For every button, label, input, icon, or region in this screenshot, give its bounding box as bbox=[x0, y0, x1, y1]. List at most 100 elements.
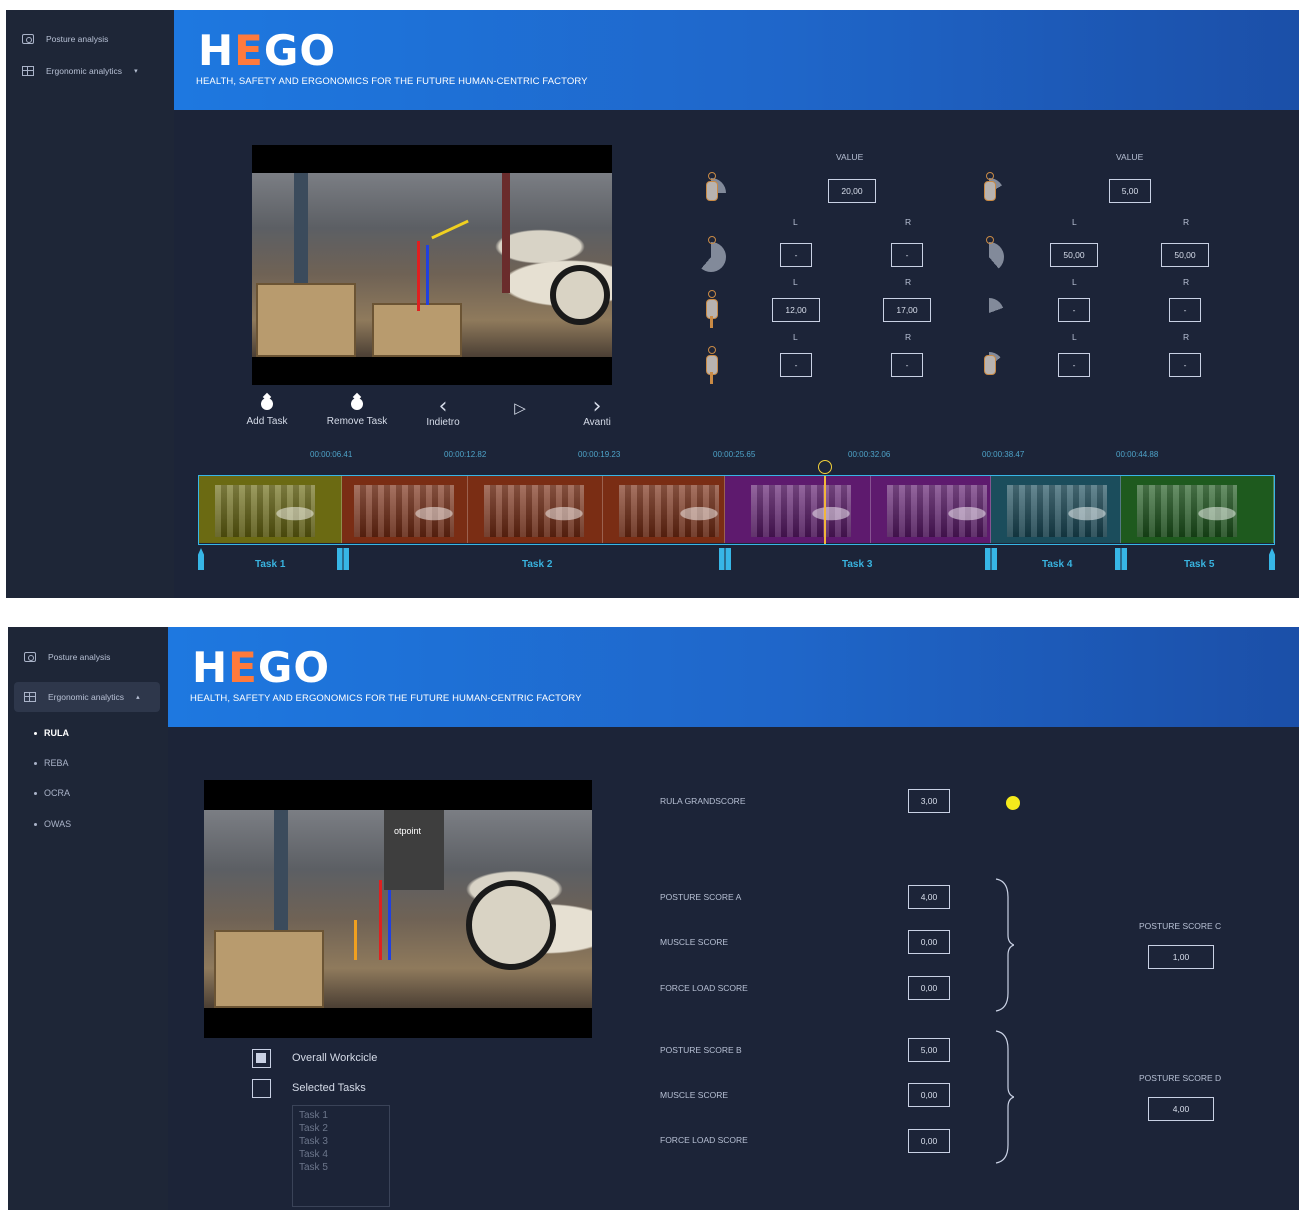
task-segment-2[interactable] bbox=[342, 476, 468, 543]
right-value-field[interactable]: - bbox=[891, 353, 923, 377]
task-segment-2[interactable] bbox=[468, 476, 603, 543]
task-segment-1[interactable] bbox=[199, 476, 342, 543]
task-label: Task 3 bbox=[842, 559, 873, 570]
playhead[interactable] bbox=[824, 476, 826, 544]
neck-flexion-icon bbox=[696, 172, 730, 210]
right-value-field[interactable]: - bbox=[1169, 353, 1201, 377]
task-marker[interactable] bbox=[1269, 548, 1275, 570]
task-marker[interactable] bbox=[198, 548, 204, 570]
hego-logo: HEGO bbox=[192, 643, 331, 692]
timeline-time: 00:00:44.88 bbox=[1116, 450, 1159, 459]
sidebar-item-posture-analysis[interactable]: Posture analysis bbox=[14, 642, 160, 672]
play-button[interactable]: ▷ bbox=[508, 398, 532, 418]
sidebar-item-posture-analysis[interactable]: Posture analysis bbox=[12, 24, 166, 54]
right-label: R bbox=[905, 217, 912, 227]
chevron-up-icon: ▴ bbox=[136, 694, 140, 701]
overall-workcicle-label: Overall Workcicle bbox=[292, 1052, 378, 1064]
timeline-time: 00:00:25.65 bbox=[713, 450, 756, 459]
timeline-time: 00:00:19.23 bbox=[578, 450, 621, 459]
right-value-field[interactable]: - bbox=[1169, 298, 1201, 322]
selected-tasks-label: Selected Tasks bbox=[292, 1082, 366, 1094]
overall-workcicle-checkbox[interactable] bbox=[252, 1049, 271, 1068]
list-item[interactable]: Task 2 bbox=[299, 1122, 383, 1135]
task-label: Task 2 bbox=[522, 559, 553, 570]
sidebar: Posture analysis Ergonomic analytics ▾ bbox=[6, 10, 174, 598]
sidebar-subitem-reba[interactable]: REBA bbox=[34, 758, 69, 768]
chevron-left-icon: ‹ bbox=[438, 394, 448, 419]
muscle-score-field: 0,00 bbox=[908, 930, 950, 954]
sidebar-item-label: Posture analysis bbox=[46, 34, 109, 44]
posture-score-b-field: 5,00 bbox=[908, 1038, 950, 1062]
sidebar-subitem-rula[interactable]: RULA bbox=[34, 728, 69, 738]
grid-icon bbox=[24, 692, 36, 702]
left-value-field[interactable]: - bbox=[1058, 298, 1090, 322]
value-field[interactable]: 20,00 bbox=[828, 179, 876, 203]
right-value-field[interactable]: 50,00 bbox=[1161, 243, 1209, 267]
selected-tasks-checkbox[interactable] bbox=[252, 1079, 271, 1098]
sidebar: Posture analysis Ergonomic analytics ▴ R… bbox=[8, 627, 168, 1210]
right-value-field[interactable]: - bbox=[891, 243, 923, 267]
remove-task-button[interactable]: Remove Task bbox=[324, 394, 390, 427]
right-value-field[interactable]: 17,00 bbox=[883, 298, 931, 322]
task-list[interactable]: Task 1 Task 2 Task 3 Task 4 Task 5 bbox=[292, 1105, 390, 1207]
chevron-down-icon: ▾ bbox=[134, 68, 138, 75]
indietro-button[interactable]: ‹ Indietro bbox=[420, 394, 466, 429]
timeline-time: 00:00:32.06 bbox=[848, 450, 891, 459]
task-marker[interactable] bbox=[1115, 548, 1127, 570]
video-player[interactable]: otpoint bbox=[204, 780, 592, 1038]
left-label: L bbox=[793, 277, 798, 287]
rula-analytics-panel: Posture analysis Ergonomic analytics ▴ R… bbox=[8, 627, 1299, 1210]
timeline-track[interactable] bbox=[198, 475, 1275, 545]
task-segment-3[interactable] bbox=[871, 476, 991, 543]
task-marker[interactable] bbox=[337, 548, 349, 570]
list-item[interactable]: Task 1 bbox=[299, 1109, 383, 1122]
upper-arm-icon bbox=[974, 236, 1008, 274]
camera-icon bbox=[22, 34, 34, 44]
drop-icon bbox=[350, 394, 364, 412]
list-item[interactable]: Task 3 bbox=[299, 1135, 383, 1148]
left-label: L bbox=[1072, 217, 1077, 227]
posture-score-a-field: 4,00 bbox=[908, 885, 950, 909]
brace-icon bbox=[994, 1029, 1016, 1165]
sidebar-item-ergonomic-analytics[interactable]: Ergonomic analytics ▾ bbox=[12, 56, 166, 86]
task-segment-4[interactable] bbox=[991, 476, 1121, 543]
sidebar-subitem-owas[interactable]: OWAS bbox=[34, 819, 71, 829]
task-segment-3[interactable] bbox=[725, 476, 871, 543]
tagline: HEALTH, SAFETY AND ERGONOMICS FOR THE FU… bbox=[196, 76, 588, 87]
lower-arm-icon bbox=[974, 292, 1008, 330]
left-value-field[interactable]: 50,00 bbox=[1050, 243, 1098, 267]
playhead-handle[interactable] bbox=[818, 460, 832, 474]
task-segment-2[interactable] bbox=[603, 476, 725, 543]
list-item[interactable]: Task 4 bbox=[299, 1148, 383, 1161]
add-task-button[interactable]: Add Task bbox=[242, 394, 292, 427]
force-load-score-field: 0,00 bbox=[908, 976, 950, 1000]
posture-score-d-label: POSTURE SCORE D bbox=[1139, 1073, 1222, 1083]
drop-icon bbox=[260, 394, 274, 412]
play-icon: ▷ bbox=[514, 399, 526, 417]
left-value-field[interactable]: - bbox=[780, 353, 812, 377]
shoulder-angle-icon bbox=[696, 236, 730, 274]
left-value-field[interactable]: - bbox=[1058, 353, 1090, 377]
app-header: HEGO HEALTH, SAFETY AND ERGONOMICS FOR T… bbox=[168, 627, 1299, 727]
left-value-field[interactable]: 12,00 bbox=[772, 298, 820, 322]
posture-score-b-label: POSTURE SCORE B bbox=[660, 1045, 742, 1055]
leg-angle-icon bbox=[696, 346, 730, 384]
sidebar-subitem-ocra[interactable]: OCRA bbox=[34, 788, 70, 798]
list-item[interactable]: Task 5 bbox=[299, 1161, 383, 1174]
task-label: Task 1 bbox=[255, 559, 286, 570]
video-player[interactable] bbox=[252, 145, 612, 385]
avanti-button[interactable]: › Avanti bbox=[576, 396, 618, 429]
video-frame bbox=[252, 173, 612, 357]
hego-logo: HEGO bbox=[198, 26, 337, 75]
value-field[interactable]: 5,00 bbox=[1109, 179, 1151, 203]
left-value-field[interactable]: - bbox=[780, 243, 812, 267]
value-label: VALUE bbox=[1116, 152, 1144, 162]
sidebar-item-ergonomic-analytics[interactable]: Ergonomic analytics ▴ bbox=[14, 682, 160, 712]
task-marker[interactable] bbox=[985, 548, 997, 570]
tagline: HEALTH, SAFETY AND ERGONOMICS FOR THE FU… bbox=[190, 693, 582, 704]
left-label: L bbox=[793, 217, 798, 227]
right-label: R bbox=[905, 277, 912, 287]
factory-sign: otpoint bbox=[394, 826, 422, 836]
task-segment-5[interactable] bbox=[1121, 476, 1274, 543]
task-marker[interactable] bbox=[719, 548, 731, 570]
